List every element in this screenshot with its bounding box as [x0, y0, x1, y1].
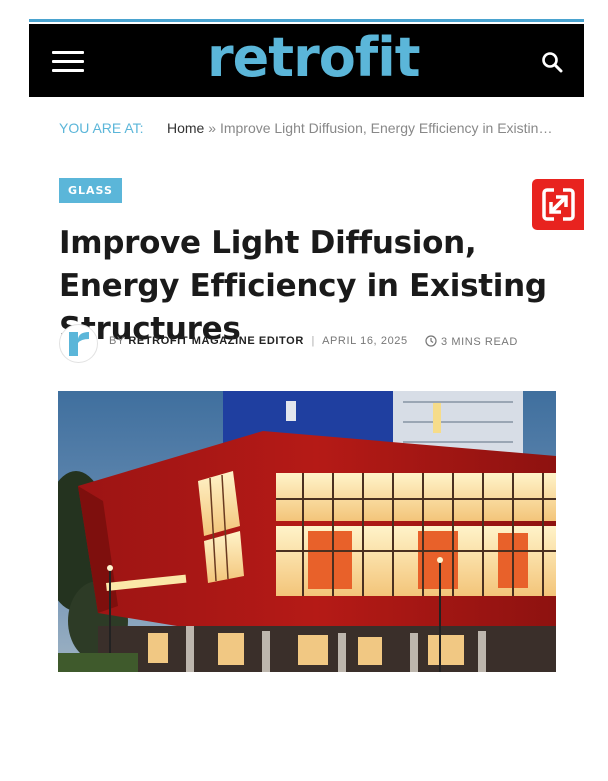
breadcrumb-current: Improve Light Diffusion, Energy Efficien…	[219, 120, 555, 136]
site-logo[interactable]: retrofit	[207, 28, 421, 88]
clock-icon	[425, 335, 437, 347]
meta-divider: |	[311, 335, 315, 347]
header-top-border	[29, 19, 584, 22]
breadcrumb-label: YOU ARE AT:	[59, 120, 144, 136]
breadcrumb-separator: »	[208, 120, 217, 136]
search-icon[interactable]	[541, 51, 563, 73]
breadcrumb-home-link[interactable]: Home	[167, 120, 204, 136]
article-meta: By Retrofit Magazine Editor | April 16, …	[59, 323, 559, 363]
breadcrumb: YOU ARE AT: Home » Improve Light Diffusi…	[59, 119, 559, 137]
read-time: 3 Mins Read	[425, 335, 518, 348]
site-header: retrofit	[29, 24, 584, 97]
publish-date: April 16, 2025	[322, 335, 408, 347]
featured-image	[58, 391, 556, 672]
byline: By Retrofit Magazine Editor | April 16, …	[109, 335, 408, 347]
hamburger-menu-icon[interactable]	[52, 51, 84, 72]
read-time-label: 3 Mins Read	[441, 336, 518, 348]
author-avatar[interactable]	[59, 324, 98, 363]
breadcrumb-trail: Home » Improve Light Diffusion, Energy E…	[167, 119, 555, 137]
category-badge[interactable]: Glass	[59, 178, 122, 203]
author-link[interactable]: Retrofit Magazine Editor	[128, 335, 304, 347]
by-label: By	[109, 335, 125, 347]
